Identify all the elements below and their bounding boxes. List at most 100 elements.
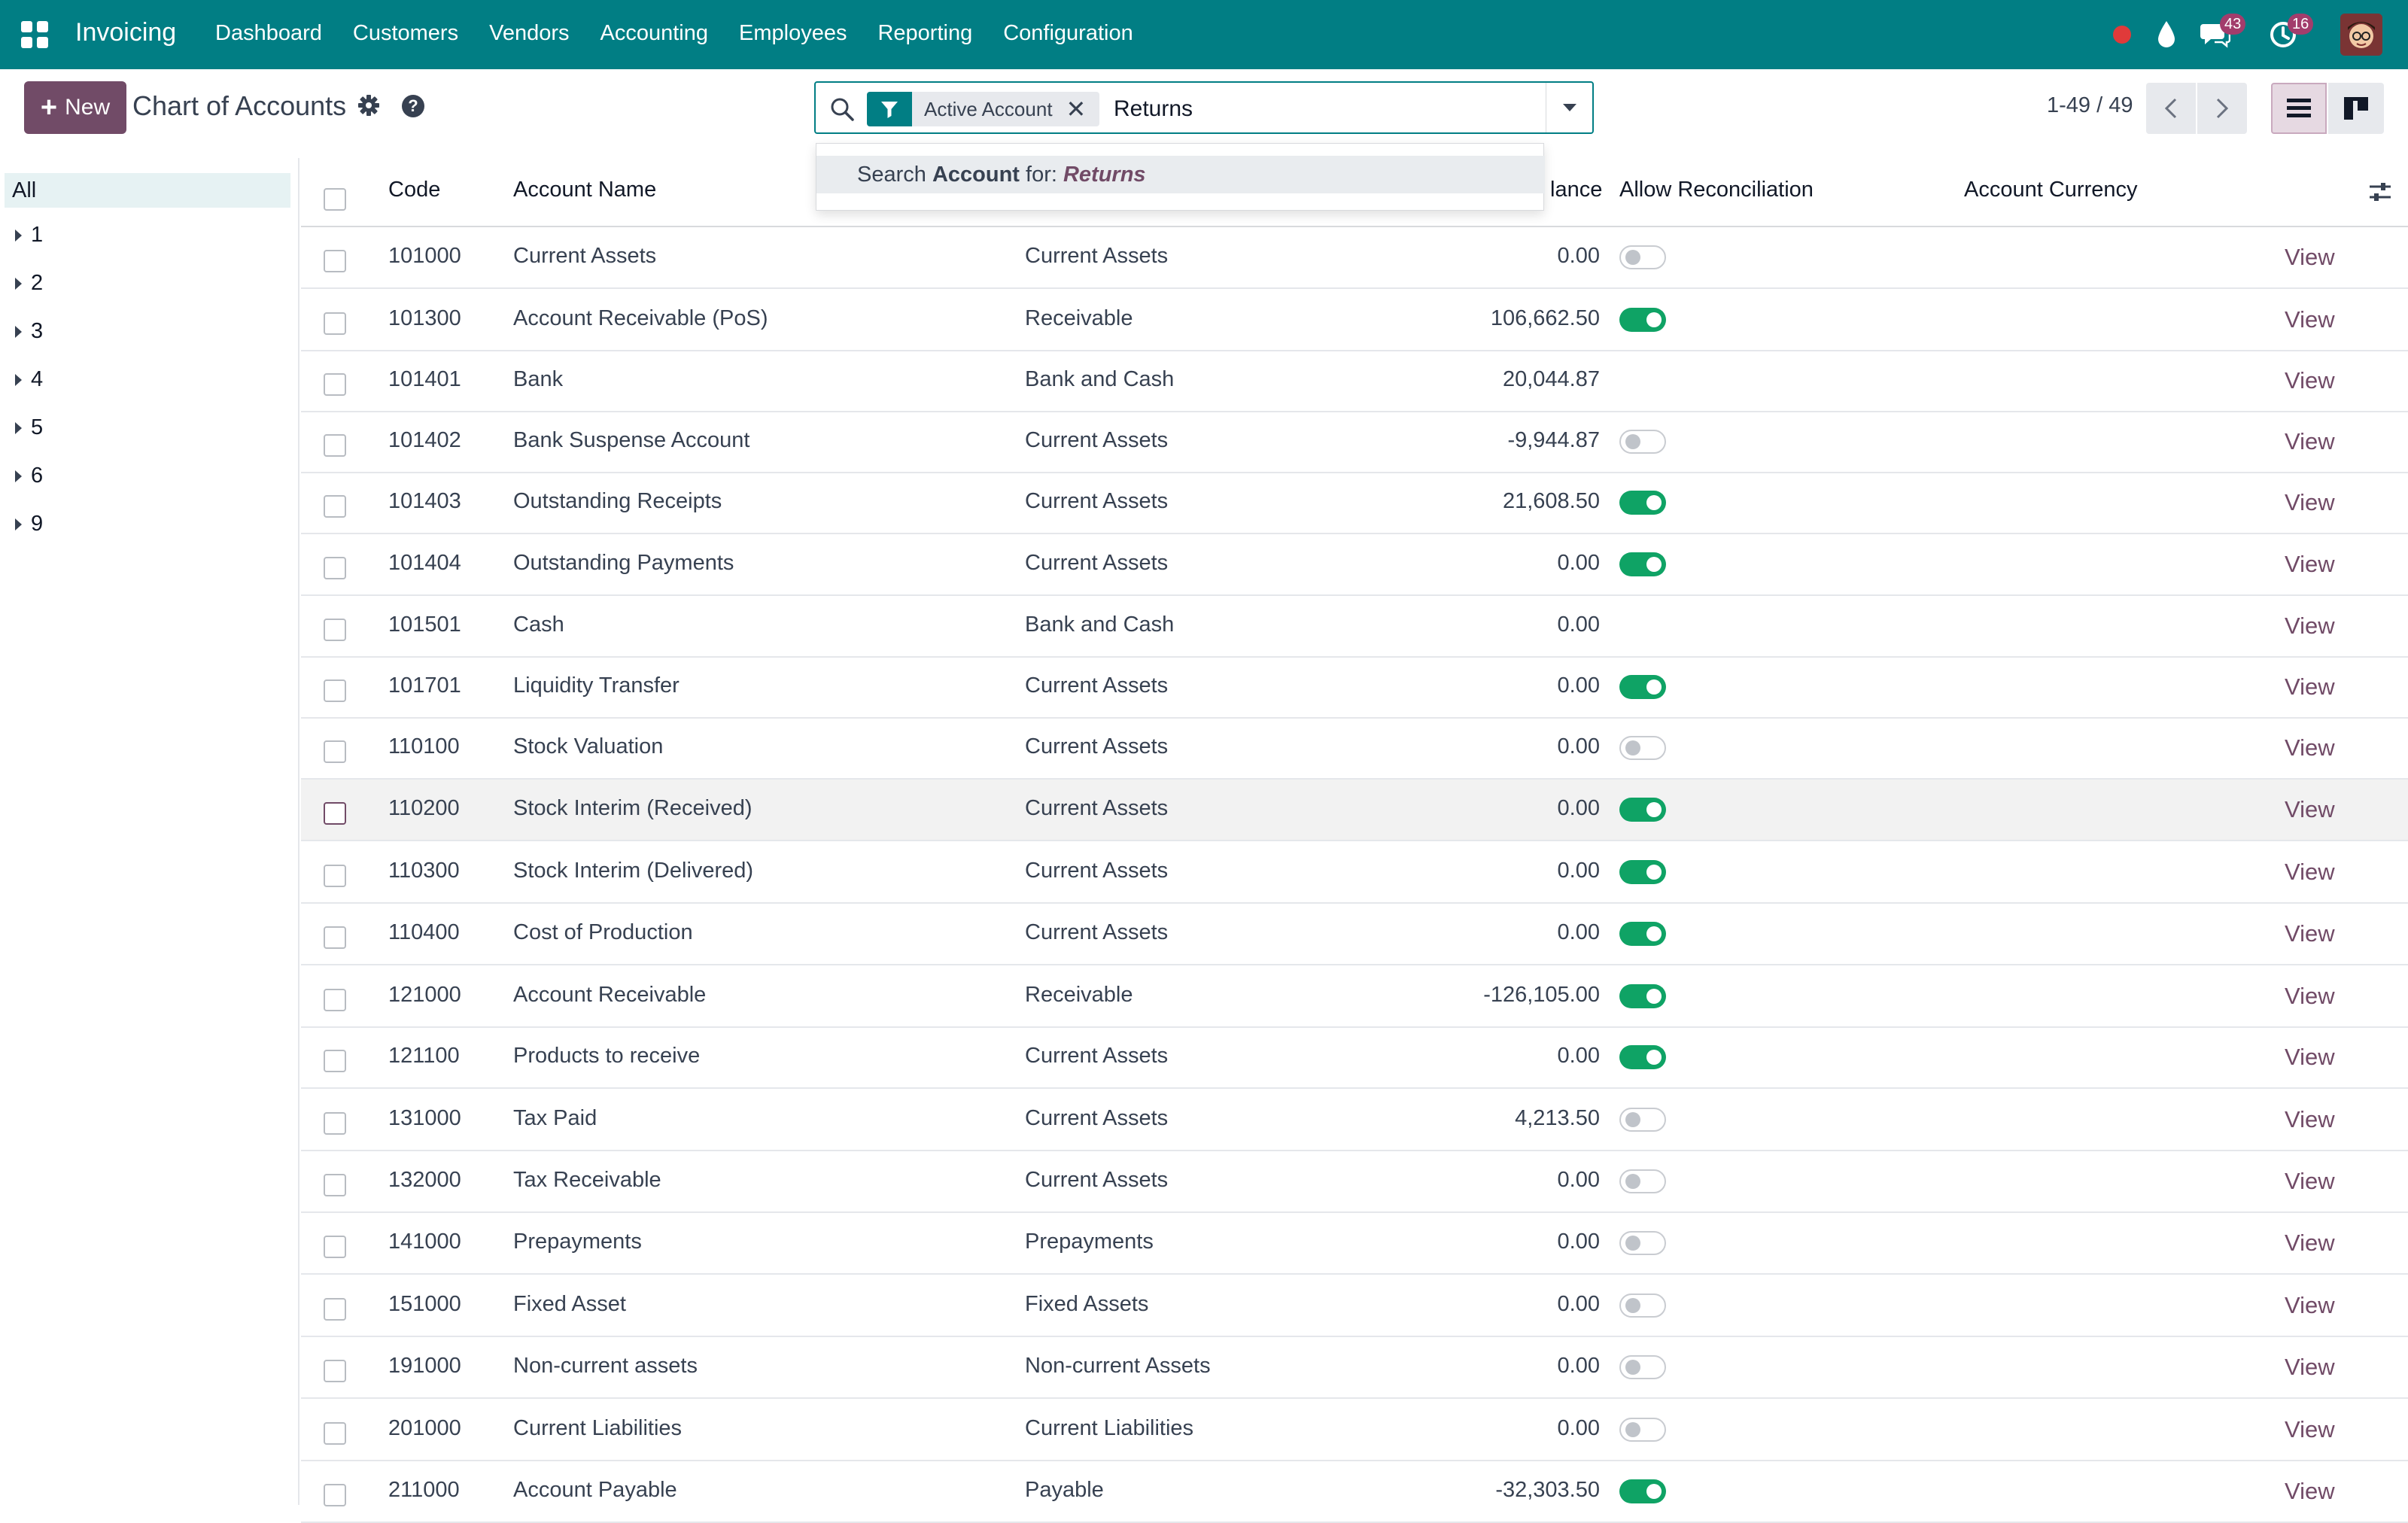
allow-reconciliation-toggle[interactable] <box>1619 308 1666 332</box>
group-item[interactable]: 1 <box>15 223 43 248</box>
row-checkbox[interactable] <box>324 1484 346 1506</box>
pager-next-button[interactable] <box>2197 83 2247 134</box>
view-link[interactable]: View <box>2285 428 2335 455</box>
row-checkbox[interactable] <box>324 802 346 825</box>
table-row[interactable]: 101404 Outstanding Payments Current Assets… <box>301 534 2408 596</box>
menu-configuration[interactable]: Configuration <box>1003 21 1133 46</box>
row-checkbox[interactable] <box>324 1298 346 1321</box>
row-checkbox[interactable] <box>324 250 346 272</box>
table-row[interactable]: 131000 Tax Paid Current Assets 4,213.50 View <box>301 1090 2408 1151</box>
apps-menu-icon[interactable] <box>21 21 48 48</box>
search-input[interactable] <box>1114 92 1535 126</box>
allow-reconciliation-toggle[interactable] <box>1619 984 1666 1008</box>
help-icon[interactable]: ? <box>402 95 424 117</box>
row-checkbox[interactable] <box>324 1360 346 1382</box>
view-link[interactable]: View <box>2285 1478 2335 1505</box>
group-item[interactable]: 4 <box>15 367 43 392</box>
recording-indicator-icon[interactable] <box>2113 26 2131 44</box>
table-row[interactable]: 101403 Outstanding Receipts Current Assets… <box>301 473 2408 534</box>
row-checkbox[interactable] <box>324 865 346 887</box>
table-row[interactable]: 201000 Current Liabilities Current Liabili… <box>301 1400 2408 1461</box>
list-view-button[interactable] <box>2271 83 2327 134</box>
menu-customers[interactable]: Customers <box>353 21 458 46</box>
allow-reconciliation-toggle[interactable] <box>1619 491 1666 515</box>
remove-facet-icon[interactable]: ✕ <box>1066 97 1100 121</box>
view-link[interactable]: View <box>2285 306 2335 333</box>
drop-icon[interactable] <box>2155 20 2178 50</box>
group-item[interactable]: 3 <box>15 319 43 344</box>
view-link[interactable]: View <box>2285 1416 2335 1443</box>
column-header-account-currency[interactable]: Account Currency <box>1964 178 2138 202</box>
menu-employees[interactable]: Employees <box>739 21 847 46</box>
row-checkbox[interactable] <box>324 989 346 1011</box>
allow-reconciliation-toggle[interactable] <box>1619 860 1666 884</box>
table-row[interactable]: 211000 Account Payable Payable -32,303.50 Vi… <box>301 1461 2408 1523</box>
user-avatar[interactable] <box>2340 14 2382 56</box>
allow-reconciliation-toggle[interactable] <box>1619 1293 1666 1318</box>
allow-reconciliation-toggle[interactable] <box>1619 675 1666 699</box>
group-item[interactable]: 9 <box>15 512 43 537</box>
search-suggestion-account[interactable]: Search Account for: Returns <box>816 156 1545 193</box>
search-bar[interactable]: Active Account ✕ <box>814 81 1594 134</box>
allow-reconciliation-toggle[interactable] <box>1619 1231 1666 1255</box>
row-checkbox[interactable] <box>324 619 346 641</box>
table-row[interactable]: 101402 Bank Suspense Account Current Asset… <box>301 412 2408 473</box>
view-link[interactable]: View <box>2285 1354 2335 1381</box>
row-checkbox[interactable] <box>324 373 346 396</box>
allow-reconciliation-toggle[interactable] <box>1619 1479 1666 1503</box>
column-header-account-name[interactable]: Account Name <box>513 178 656 202</box>
row-checkbox[interactable] <box>324 1112 346 1135</box>
table-row[interactable]: 110400 Cost of Production Current Assets 0.… <box>301 904 2408 965</box>
table-row[interactable]: 101701 Liquidity Transfer Current Assets 0.… <box>301 657 2408 719</box>
row-checkbox[interactable] <box>324 1422 346 1445</box>
row-checkbox[interactable] <box>324 557 346 579</box>
column-header-code[interactable]: Code <box>388 178 440 202</box>
allow-reconciliation-toggle[interactable] <box>1619 1108 1666 1132</box>
allow-reconciliation-toggle[interactable] <box>1619 922 1666 946</box>
table-row[interactable]: 101501 Cash Bank and Cash 0.00 View <box>301 596 2408 658</box>
row-checkbox[interactable] <box>324 1236 346 1258</box>
row-checkbox[interactable] <box>324 495 346 518</box>
row-checkbox[interactable] <box>324 740 346 763</box>
table-row[interactable]: 151000 Fixed Asset Fixed Assets 0.00 View <box>301 1275 2408 1337</box>
view-link[interactable]: View <box>2285 244 2335 271</box>
view-link[interactable]: View <box>2285 1230 2335 1257</box>
view-link[interactable]: View <box>2285 920 2335 947</box>
menu-dashboard[interactable]: Dashboard <box>215 21 322 46</box>
search-options-toggle[interactable] <box>1546 83 1592 132</box>
table-row[interactable]: 101401 Bank Bank and Cash 20,044.87 View <box>301 351 2408 412</box>
pager-previous-button[interactable] <box>2146 83 2196 134</box>
app-name[interactable]: Invoicing <box>75 18 176 47</box>
group-item[interactable]: 6 <box>15 464 43 488</box>
row-checkbox[interactable] <box>324 926 346 949</box>
group-all[interactable]: All <box>5 173 290 208</box>
table-row[interactable]: 101000 Current Assets Current Assets 0.00 Vi… <box>301 227 2408 289</box>
allow-reconciliation-toggle[interactable] <box>1619 1169 1666 1193</box>
table-row[interactable]: 141000 Prepayments Prepayments 0.00 View <box>301 1213 2408 1275</box>
allow-reconciliation-toggle[interactable] <box>1619 1045 1666 1069</box>
table-row[interactable]: 101300 Account Receivable (PoS) Receivable… <box>301 290 2408 351</box>
table-row[interactable]: 110200 Stock Interim (Received) Current As… <box>301 780 2408 841</box>
kanban-view-button[interactable] <box>2328 83 2384 134</box>
allow-reconciliation-toggle[interactable] <box>1619 552 1666 576</box>
allow-reconciliation-toggle[interactable] <box>1619 736 1666 760</box>
row-checkbox[interactable] <box>324 1174 346 1196</box>
view-link[interactable]: View <box>2285 367 2335 394</box>
allow-reconciliation-toggle[interactable] <box>1619 245 1666 269</box>
row-checkbox[interactable] <box>324 1050 346 1072</box>
group-item[interactable]: 5 <box>15 415 43 440</box>
allow-reconciliation-toggle[interactable] <box>1619 1355 1666 1379</box>
view-link[interactable]: View <box>2285 489 2335 516</box>
search-icon[interactable] <box>829 96 855 122</box>
row-checkbox[interactable] <box>324 434 346 457</box>
row-checkbox[interactable] <box>324 312 346 335</box>
menu-vendors[interactable]: Vendors <box>489 21 569 46</box>
table-row[interactable]: 110300 Stock Interim (Delivered) Current A… <box>301 842 2408 904</box>
row-checkbox[interactable] <box>324 679 346 702</box>
select-all-checkbox[interactable] <box>324 188 346 211</box>
view-link[interactable]: View <box>2285 734 2335 762</box>
column-header-allow-reconciliation[interactable]: Allow Reconciliation <box>1619 178 1814 202</box>
allow-reconciliation-toggle[interactable] <box>1619 1418 1666 1442</box>
view-link[interactable]: View <box>2285 1168 2335 1195</box>
menu-reporting[interactable]: Reporting <box>877 21 972 46</box>
